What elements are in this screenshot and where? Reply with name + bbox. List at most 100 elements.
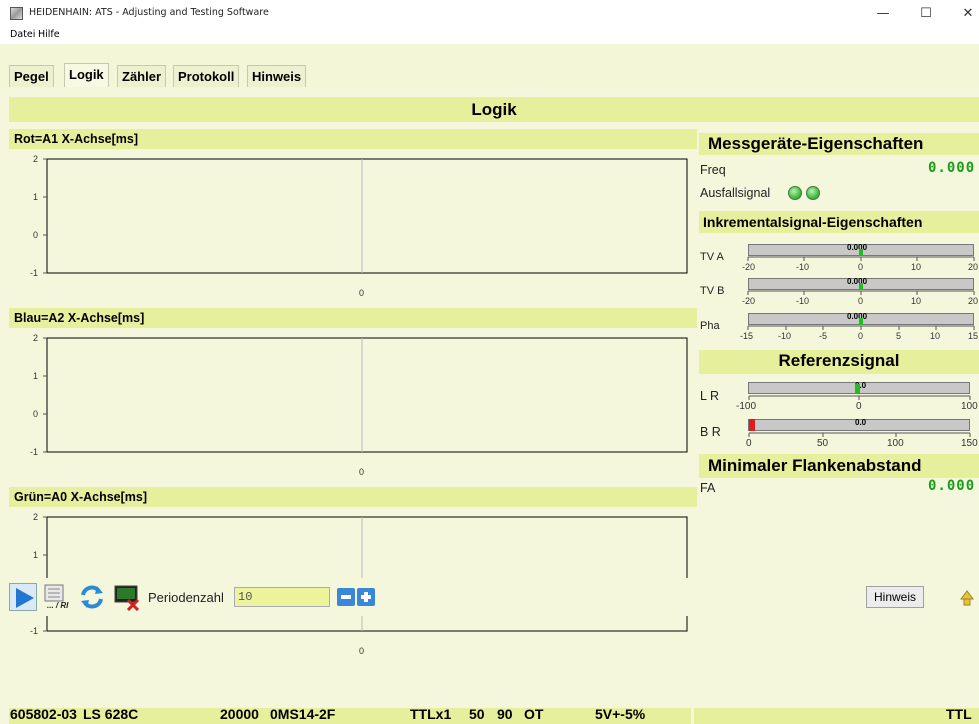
tab-logik[interactable]: Logik [64,63,109,87]
y-tick: 1 [33,192,38,202]
minimize-button[interactable]: — [868,4,898,24]
scale-lbl: 20 [968,262,978,272]
scale-lbl: 20 [968,296,978,306]
scale-lbl: 0 [858,296,863,306]
fa-label: FA [700,481,716,495]
stop-button[interactable] [113,583,141,612]
tab-protokoll[interactable]: Protokoll [173,65,240,87]
exit-button[interactable] [955,585,979,609]
y-tick: 0 [33,230,38,240]
close-button[interactable]: ✕ [953,4,979,24]
scale-lbl: -20 [742,262,755,272]
scale-lbl: 10 [930,331,940,341]
ri-button[interactable]: ... / RI [41,583,69,611]
lr-indicator [855,384,860,393]
app-icon [10,7,23,20]
scale-lbl: 15 [968,331,978,341]
scale-lbl: -10 [796,262,809,272]
tab-hinweis[interactable]: Hinweis [247,65,307,87]
status-right-ttl: TTL [946,706,972,722]
status-model: LS 628C [83,706,139,722]
bottom-toolbar: ... / RI Periodenzahl Hinweis [0,578,979,616]
play-icon [16,588,34,608]
tvb-label: TV B [700,285,725,297]
x-tick: 0 [359,288,364,298]
scale-lbl: -15 [740,331,753,341]
tvb-indicator [859,283,863,290]
status-v2: 90 [497,706,513,722]
scale-lbl: -10 [796,296,809,306]
x-tick: 0 [359,646,364,656]
y-tick: 2 [33,154,38,164]
tab-bar: Pegel Logik Zähler Protokoll Hinweis [0,44,979,88]
ausfall-led-1-icon [788,186,802,200]
scale-lbl: -10 [778,331,791,341]
refresh-icon [81,585,103,609]
minus-icon [341,595,351,599]
increment-button[interactable] [357,588,375,606]
scale-lbl: 150 [961,438,978,449]
pha-value: 0.000 [847,312,868,321]
periodenzahl-input[interactable] [234,587,330,607]
play-button[interactable] [9,583,37,611]
scale-lbl: 0 [858,331,863,341]
scale-lbl: -5 [819,331,827,341]
br-label: B R [700,425,721,439]
lr-label: L R [700,389,719,403]
status-interface: TTLx1 [410,706,452,722]
hinweis-button[interactable]: Hinweis [866,586,924,608]
maximize-button[interactable]: ☐ [911,4,941,24]
status-v1: 50 [469,706,485,722]
menu-datei[interactable]: Datei [10,29,35,40]
menu-hilfe[interactable]: Hilfe [38,29,60,40]
freq-label: Freq [700,163,726,177]
exit-icon [960,590,974,606]
y-tick: 2 [33,512,38,522]
scale-lbl: -20 [742,296,755,306]
chart-title-a1: Rot=A1 X-Achse[ms] [9,129,697,149]
status-ot: OT [524,706,544,722]
decrement-button[interactable] [337,588,355,606]
section-title-messgeraete: Messgeräte-Eigenschaften [699,133,979,155]
y-tick: -1 [30,447,38,457]
y-tick: 2 [33,333,38,343]
tva-label: TV A [700,251,724,263]
y-tick: 1 [33,550,38,560]
x-tick: 0 [359,467,364,477]
status-count: 20000 [220,706,259,722]
tva-indicator [859,249,863,256]
section-title-flanken: Minimaler Flankenabstand [699,454,979,478]
scale-lbl: 100 [887,438,904,449]
tab-pegel[interactable]: Pegel [9,65,54,87]
ausfall-led-2-icon [806,186,820,200]
tab-zaehler[interactable]: Zähler [117,65,167,87]
y-tick: -1 [30,268,38,278]
scale-lbl: 10 [911,296,921,306]
freq-value: 0.000 [928,160,976,176]
y-tick: 0 [33,409,38,419]
monitor-close-icon [114,585,140,612]
scale-lbl: 0 [746,438,752,449]
br-scale: 0 50 100 150 [746,432,978,449]
scale-lbl: 5 [896,331,901,341]
lr-gauge: 0.0 [748,381,970,394]
section-title-referenz: Referenzsignal [699,350,979,374]
status-left: 605802-03 LS 628C 20000 0MS14-2F TTLx1 5… [9,706,691,724]
tva-value: 0.000 [847,243,868,252]
pha-indicator [859,318,863,325]
pha-label: Pha [700,320,720,332]
page-title: Logik [9,97,979,122]
refresh-button[interactable] [78,583,106,611]
scale-lbl: 0 [856,401,862,412]
tvb-value: 0.000 [847,277,868,286]
scale-lbl: 100 [961,401,978,412]
title-bar: HEIDENHAIN: ATS - Adjusting and Testing … [0,0,979,28]
chart-a1: 2 1 0 -1 0 [30,154,688,298]
status-code: 0MS14-2F [270,706,336,722]
status-bar: 605802-03 LS 628C 20000 0MS14-2F TTLx1 5… [0,706,979,724]
pha-scale: -15 -10 -5 0 5 10 15 [740,325,978,341]
plus-icon-v [364,592,368,602]
y-tick: -1 [30,626,38,636]
br-indicator [749,419,755,431]
ri-label: ... / RI [47,601,69,610]
